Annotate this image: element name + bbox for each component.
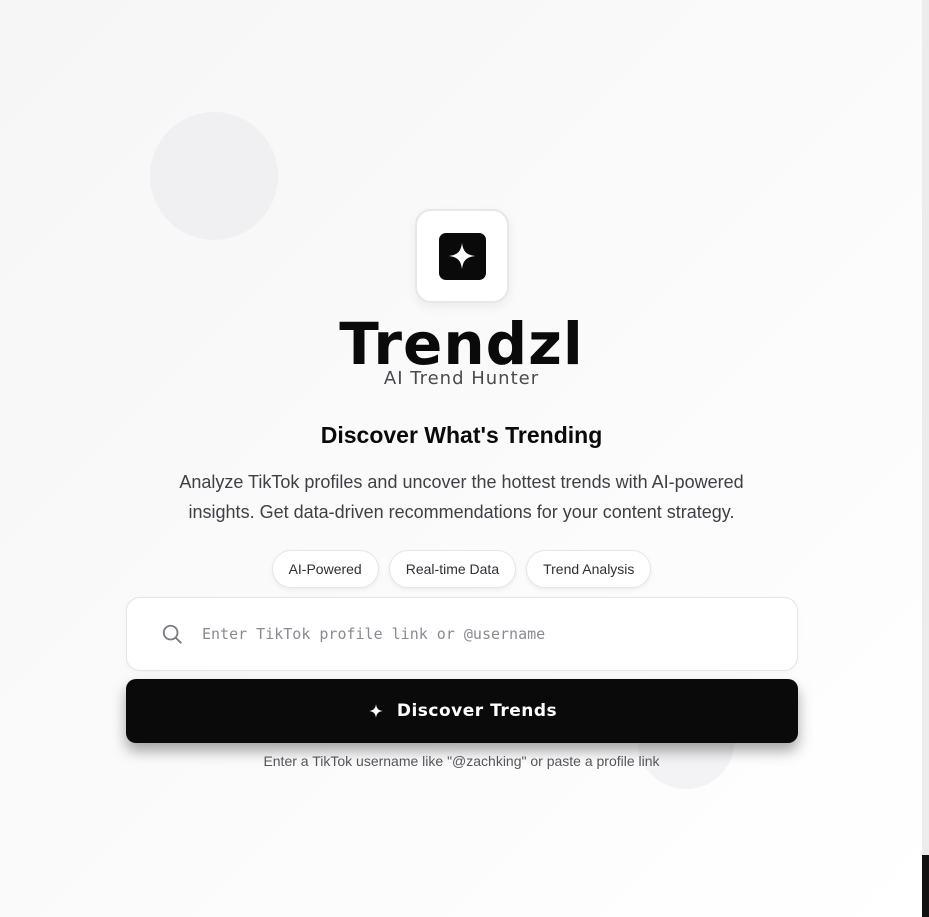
sparkle-icon — [438, 232, 486, 280]
search-icon — [160, 622, 184, 646]
decorative-circle — [150, 112, 278, 240]
feature-badge-trend-analysis: Trend Analysis — [526, 550, 652, 588]
brand-tagline: AI Trend Hunter — [383, 368, 540, 389]
scrollbar[interactable] — [922, 0, 929, 917]
logo — [415, 209, 509, 303]
feature-badge-real-time-data: Real-time Data — [388, 550, 517, 588]
sparkle-icon — [367, 702, 385, 720]
search-box — [126, 597, 798, 671]
feature-badges: AI-Powered Real-time Data Trend Analysis — [0, 550, 923, 588]
scrollbar-thumb[interactable] — [922, 855, 929, 917]
feature-badge-ai-powered: AI-Powered — [271, 550, 379, 588]
profile-search-input[interactable] — [200, 624, 764, 644]
page-description: Analyze TikTok profiles and uncover the … — [179, 472, 744, 522]
page-title: Discover What's Trending — [320, 422, 603, 448]
discover-trends-button[interactable]: Discover Trends — [126, 679, 798, 743]
input-hint: Enter a TikTok username like "@zachking"… — [263, 753, 660, 769]
discover-trends-label: Discover Trends — [396, 701, 558, 721]
